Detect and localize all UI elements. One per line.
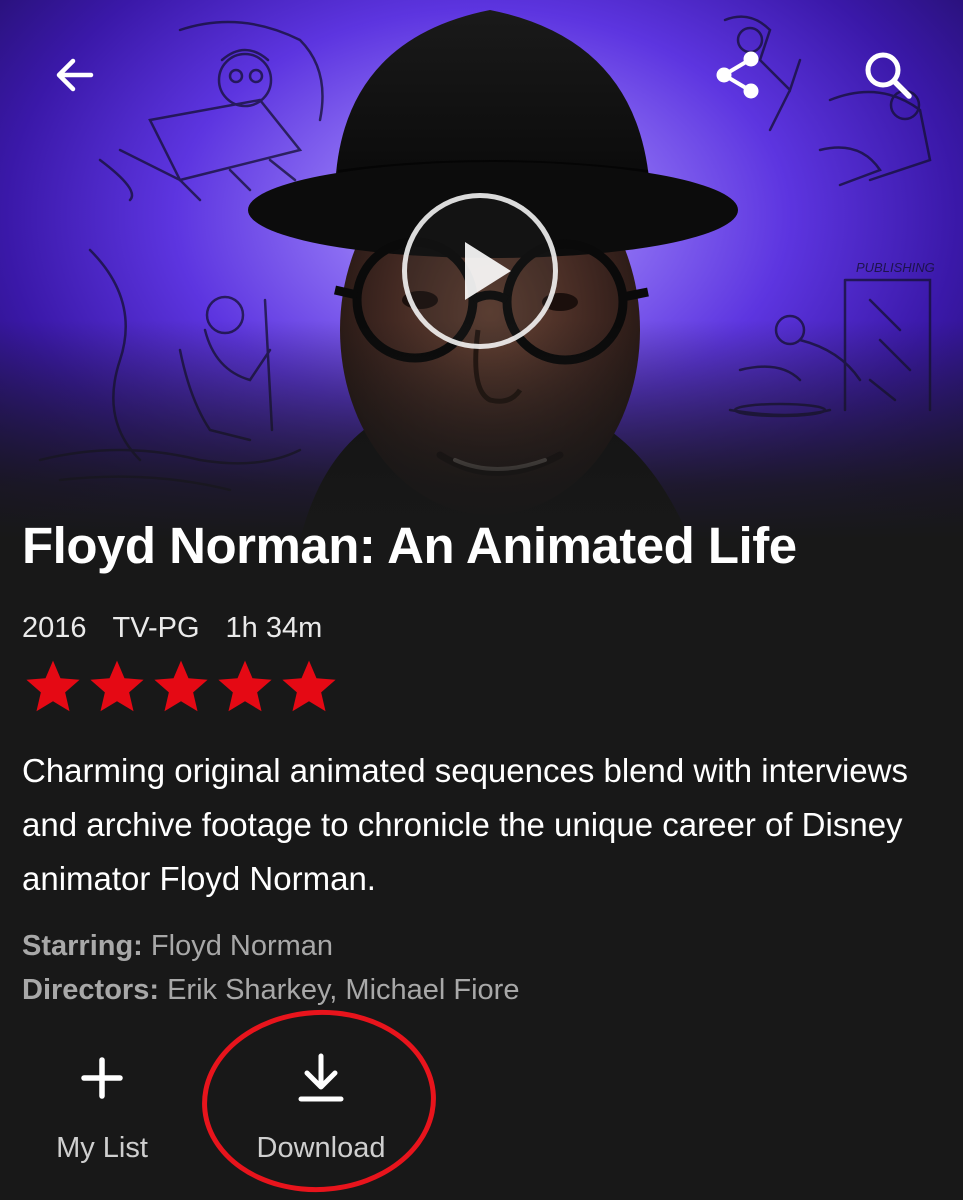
title-metadata: 2016 TV-PG 1h 34m bbox=[22, 608, 322, 648]
star-icon bbox=[90, 660, 144, 712]
plus-icon bbox=[72, 1048, 132, 1108]
share-icon[interactable] bbox=[708, 45, 768, 105]
directors-value: Erik Sharkey, Michael Fiore bbox=[167, 974, 520, 1006]
search-icon[interactable] bbox=[858, 45, 918, 105]
star-rating bbox=[22, 656, 340, 718]
play-icon bbox=[465, 242, 511, 300]
starring-label: Starring: bbox=[22, 930, 143, 962]
title: Floyd Norman: An Animated Life bbox=[22, 517, 797, 574]
synopsis: Charming original animated sequences ble… bbox=[22, 752, 908, 897]
starring-value: Floyd Norman bbox=[150, 930, 334, 962]
release-year: 2016 bbox=[22, 612, 87, 644]
maturity-rating: TV-PG bbox=[112, 612, 200, 644]
hero-artwork: PUBLISHING bbox=[0, 0, 963, 540]
hero-gradient-fade bbox=[0, 320, 963, 540]
download-label: Download bbox=[256, 1132, 386, 1164]
starring-line: Starring: Floyd Norman bbox=[22, 926, 333, 966]
my-list-label: My List bbox=[56, 1132, 148, 1164]
duration: 1h 34m bbox=[225, 612, 323, 644]
back-arrow-icon[interactable] bbox=[45, 45, 105, 105]
download-icon bbox=[291, 1048, 351, 1108]
star-icon bbox=[154, 660, 208, 712]
my-list-button[interactable]: My List bbox=[38, 1048, 166, 1166]
play-button[interactable] bbox=[402, 193, 558, 349]
directors-line: Directors: Erik Sharkey, Michael Fiore bbox=[22, 970, 519, 1010]
download-button[interactable]: Download bbox=[236, 1048, 406, 1166]
star-icon bbox=[282, 660, 336, 712]
directors-label: Directors: bbox=[22, 974, 159, 1006]
star-icon bbox=[26, 660, 80, 712]
star-icon bbox=[218, 660, 272, 712]
